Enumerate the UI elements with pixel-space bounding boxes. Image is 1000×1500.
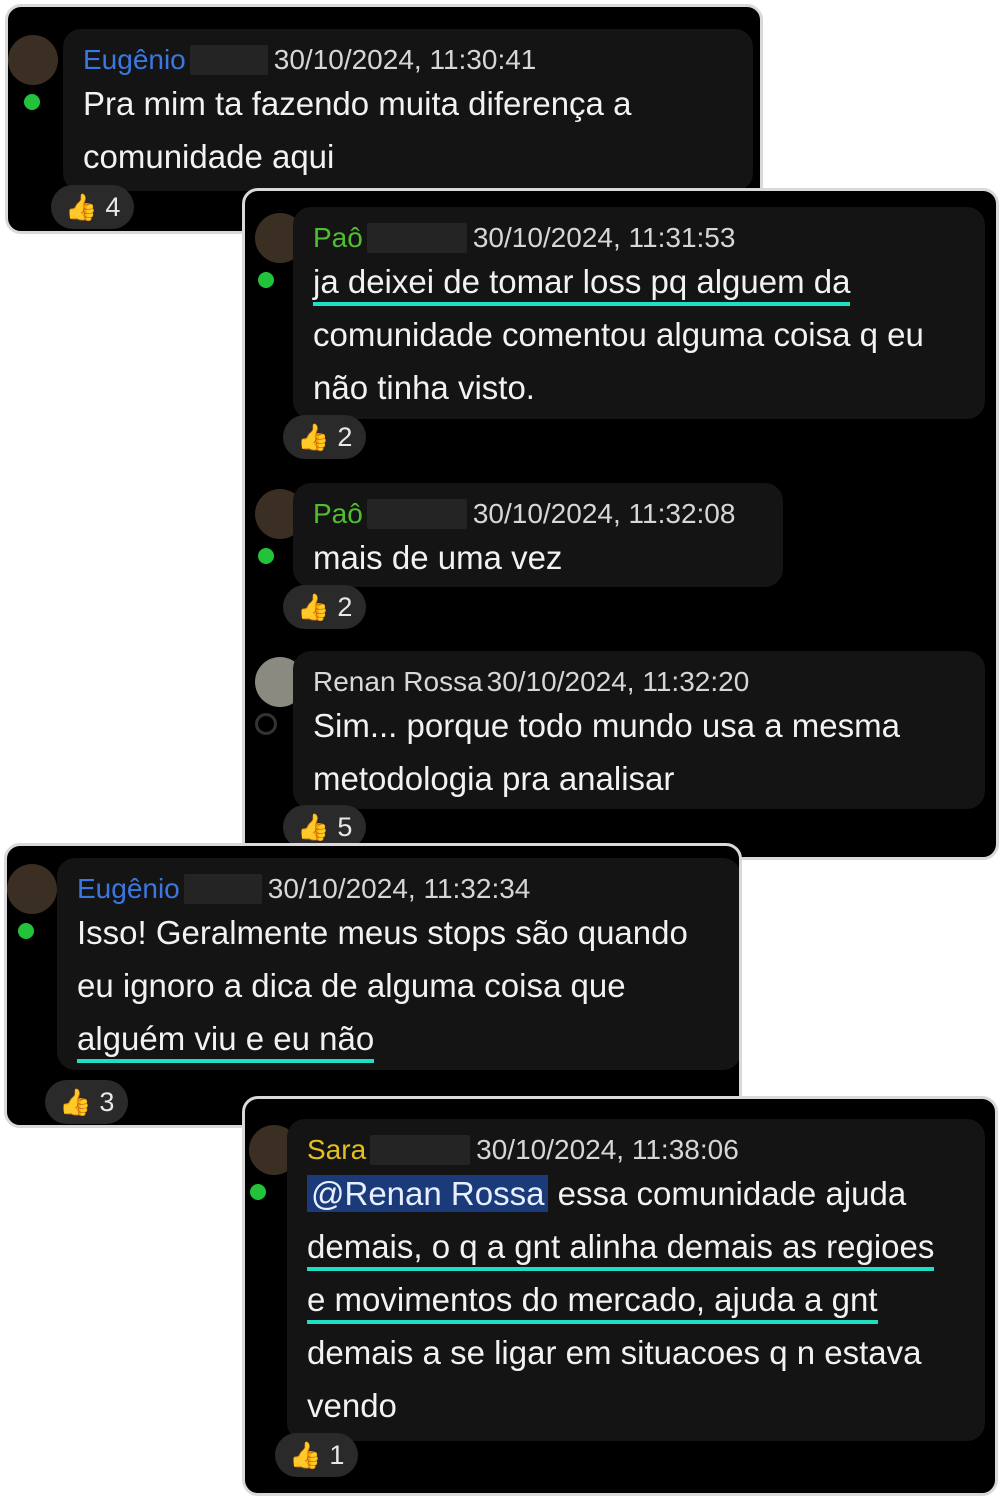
- message-text: @Renan Rossa essa comunidade ajuda demai…: [307, 1175, 935, 1424]
- message-bubble: Renan Rossa 30/10/2024, 11:32:20 Sim... p…: [293, 651, 985, 809]
- redacted-name: [183, 874, 262, 904]
- user-mention[interactable]: @Renan Rossa: [307, 1175, 549, 1212]
- message-text: Isso! Geralmente meus stops são quando e…: [77, 906, 721, 1065]
- offline-status-icon: [255, 713, 277, 735]
- redacted-name: [366, 499, 467, 529]
- highlighted-text: e movimentos do mercado, ajuda a gnt: [307, 1280, 878, 1324]
- highlighted-text: ja deixei de tomar loss pq alguem da: [313, 262, 851, 306]
- message-bubble: Eugênio 30/10/2024, 11:30:41 Pra mim ta f…: [63, 29, 753, 191]
- avatar[interactable]: [8, 35, 58, 85]
- online-status-icon: [255, 269, 277, 291]
- screenshot-card-3: Eugênio 30/10/2024, 11:32:34 Isso! Geralm…: [4, 843, 742, 1128]
- online-status-icon: [21, 91, 43, 113]
- message-bubble: Paô 30/10/2024, 11:32:08 mais de uma vez: [293, 483, 783, 587]
- timestamp: 30/10/2024, 11:30:41: [273, 44, 537, 75]
- message-text: mais de uma vez: [313, 539, 563, 576]
- screenshot-card-4: Sara 30/10/2024, 11:38:06 @Renan Rossa es…: [242, 1096, 998, 1496]
- thumbs-up-icon: 👍: [297, 422, 330, 452]
- reaction-badge[interactable]: 👍 2: [283, 585, 367, 629]
- thumbs-up-icon: 👍: [297, 812, 330, 842]
- timestamp: 30/10/2024, 11:38:06: [476, 1134, 739, 1165]
- thumbs-up-icon: 👍: [59, 1087, 92, 1117]
- reaction-badge[interactable]: 👍 2: [283, 415, 367, 459]
- message-bubble: Sara 30/10/2024, 11:38:06 @Renan Rossa es…: [287, 1119, 985, 1441]
- author-name[interactable]: Renan Rossa: [313, 666, 483, 697]
- author-name[interactable]: Paô: [313, 498, 363, 529]
- reaction-badge[interactable]: 👍 4: [51, 185, 135, 229]
- message-text: ja deixei de tomar loss pq alguem da com…: [313, 262, 924, 406]
- highlighted-text: demais, o q a gnt alinha demais as regio…: [307, 1227, 935, 1271]
- reaction-badge[interactable]: 👍 1: [275, 1433, 359, 1477]
- screenshot-card-2: Paô 30/10/2024, 11:31:53 ja deixei de tom…: [242, 188, 999, 860]
- online-status-icon: [247, 1181, 269, 1203]
- thumbs-up-icon: 👍: [65, 192, 98, 222]
- message-bubble: Eugênio 30/10/2024, 11:32:34 Isso! Geralm…: [57, 858, 739, 1070]
- author-name[interactable]: Paô: [313, 222, 363, 253]
- redacted-name: [370, 1135, 471, 1165]
- author-name[interactable]: Eugênio: [77, 873, 180, 904]
- timestamp: 30/10/2024, 11:32:20: [486, 666, 750, 697]
- message-text: Pra mim ta fazendo muita diferença a com…: [83, 85, 632, 175]
- thumbs-up-icon: 👍: [297, 592, 330, 622]
- avatar[interactable]: [7, 864, 57, 914]
- redacted-name: [189, 45, 268, 75]
- author-name[interactable]: Eugênio: [83, 44, 186, 75]
- author-name[interactable]: Sara: [307, 1134, 366, 1165]
- timestamp: 30/10/2024, 11:32:34: [267, 873, 531, 904]
- thumbs-up-icon: 👍: [289, 1440, 322, 1470]
- message-text: Sim... porque todo mundo usa a mesma met…: [313, 707, 900, 797]
- timestamp: 30/10/2024, 11:31:53: [472, 222, 736, 253]
- timestamp: 30/10/2024, 11:32:08: [472, 498, 736, 529]
- online-status-icon: [15, 920, 37, 942]
- highlighted-text: alguém viu e eu não: [77, 1019, 375, 1063]
- reaction-badge[interactable]: 👍 3: [45, 1080, 129, 1124]
- online-status-icon: [255, 545, 277, 567]
- redacted-name: [366, 223, 467, 253]
- message-bubble: Paô 30/10/2024, 11:31:53 ja deixei de tom…: [293, 207, 985, 419]
